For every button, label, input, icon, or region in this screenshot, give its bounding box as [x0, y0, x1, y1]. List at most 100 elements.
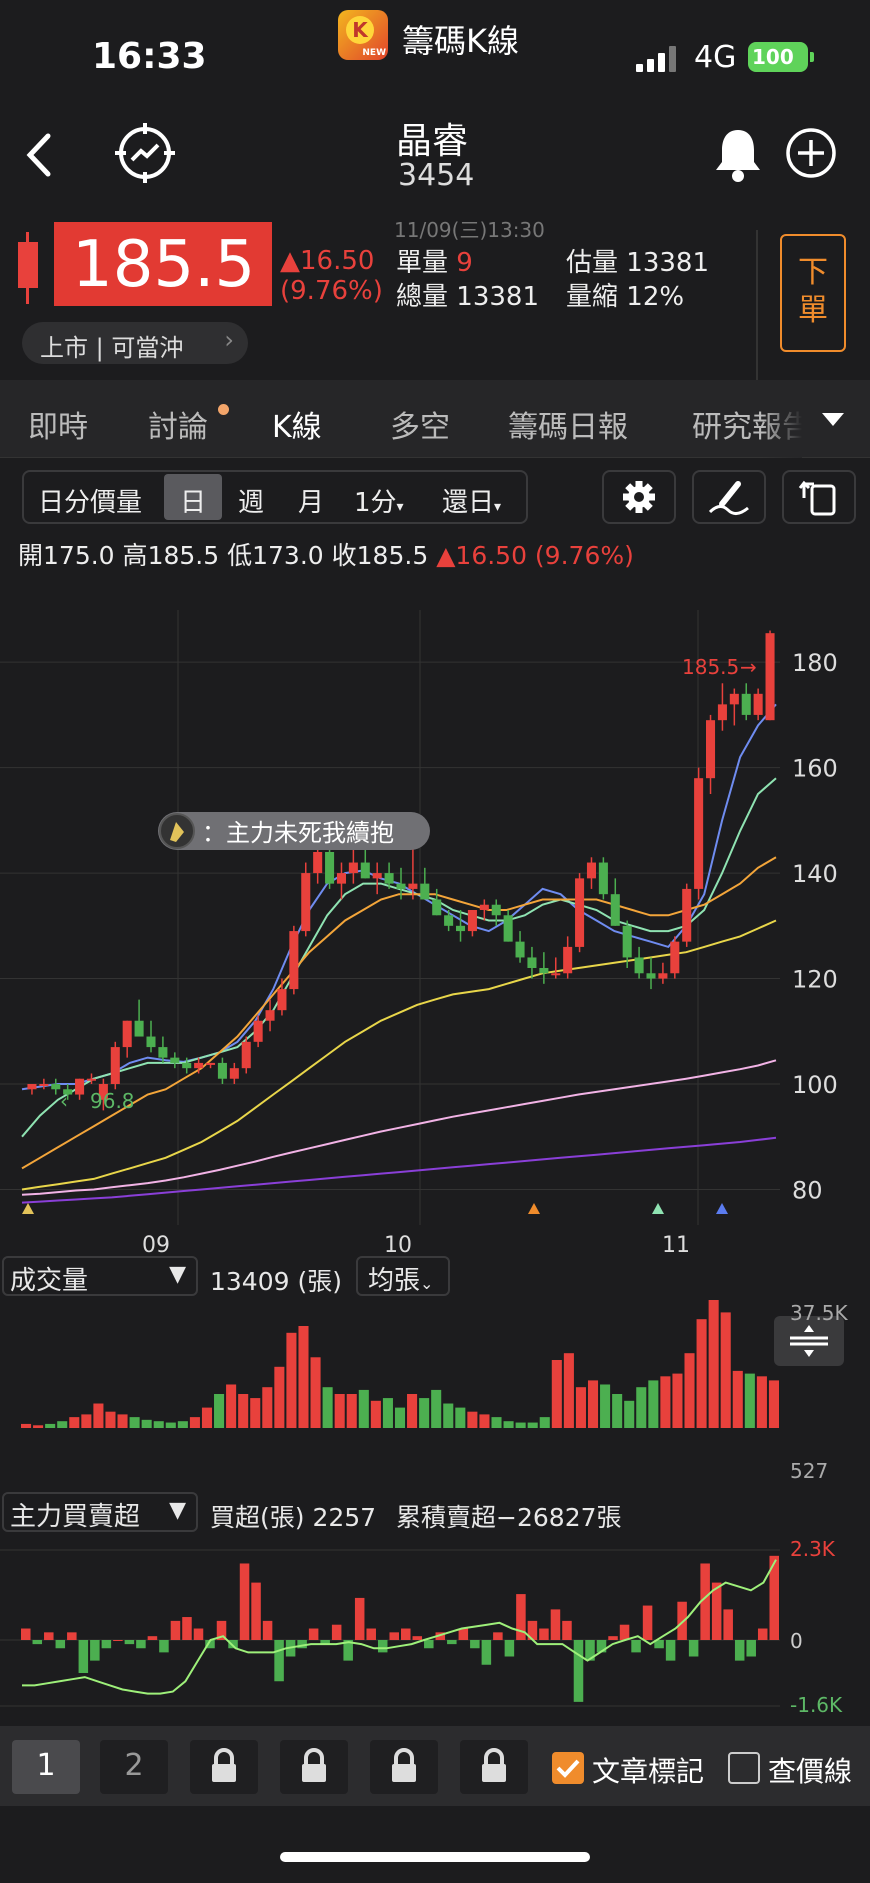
- main-force-bar: [101, 1640, 112, 1649]
- volume-bar: [262, 1387, 273, 1428]
- locked-page[interactable]: [190, 1740, 258, 1794]
- high-value: 185.5: [147, 541, 220, 570]
- arrow-right-icon: →: [740, 655, 757, 679]
- candlestick: [289, 925, 299, 995]
- main-force-bar: [366, 1628, 376, 1640]
- checkmark-icon: [556, 1759, 580, 1778]
- main-force-bar: [734, 1640, 745, 1661]
- volume-bar: [419, 1398, 430, 1428]
- volume-indicator-select[interactable]: 成交量 ▼: [2, 1256, 198, 1296]
- locked-page[interactable]: [460, 1740, 528, 1794]
- ohlc-summary: 開175.0 高185.5 低173.0 收185.5 ▲16.50 (9.76…: [18, 536, 634, 572]
- main-force-min-label: -1.6K: [790, 1693, 843, 1717]
- low-label: 低: [227, 541, 253, 570]
- main-force-bar: [90, 1640, 100, 1661]
- period-day[interactable]: 日: [180, 482, 206, 519]
- signal-marker: [22, 1203, 34, 1214]
- volume-bar: [105, 1411, 116, 1428]
- tab-discussion[interactable]: 討論: [148, 402, 208, 446]
- tab-chip-daily[interactable]: 籌碼日報: [508, 402, 628, 446]
- locked-page[interactable]: [280, 1740, 348, 1794]
- kline-chart[interactable]: 80100120140160180 09 10 11 185.5 → ‹ 96.8 …: [0, 600, 870, 1260]
- y-tick-label: 100: [792, 1071, 838, 1099]
- volume-bar: [407, 1394, 418, 1428]
- period-week[interactable]: 週: [238, 482, 264, 519]
- volume-bar: [165, 1422, 176, 1428]
- battery-level: 100: [752, 45, 794, 69]
- main-force-bar: [67, 1632, 77, 1640]
- main-force-bar: [677, 1601, 687, 1640]
- tab-realtime[interactable]: 即時: [28, 402, 88, 446]
- period-minute[interactable]: 1分: [354, 488, 397, 518]
- triangle-down-icon: ▼: [169, 1262, 186, 1287]
- main-force-bar: [377, 1640, 388, 1653]
- volume-min-label: 527: [790, 1459, 828, 1480]
- moving-average-line: [21, 1059, 777, 1196]
- volume-bar: [93, 1403, 104, 1428]
- low-value: 173.0: [252, 541, 324, 570]
- back-icon[interactable]: [20, 130, 60, 180]
- candlestick: [491, 899, 501, 926]
- article-mark-checkbox[interactable]: [552, 1752, 584, 1784]
- period-month[interactable]: 月: [298, 482, 324, 519]
- volume-bar: [551, 1360, 562, 1428]
- price-line-checkbox[interactable]: [728, 1752, 760, 1784]
- volume-bar: [612, 1394, 623, 1428]
- volume-bar: [226, 1384, 237, 1428]
- tab-kline[interactable]: K線: [272, 402, 322, 446]
- volume-bar: [636, 1387, 647, 1428]
- more-tabs-icon[interactable]: [818, 410, 848, 430]
- candlestick: [575, 873, 585, 953]
- candlestick: [765, 630, 775, 721]
- last-price: 185.5: [72, 228, 256, 302]
- trend-target-icon[interactable]: [112, 120, 178, 186]
- adjust-mode[interactable]: 還日: [442, 488, 494, 518]
- candlestick: [503, 910, 513, 942]
- main-force-label: 主力買賣超: [10, 1502, 141, 1532]
- layout-page-2[interactable]: 2: [100, 1740, 168, 1794]
- bell-icon[interactable]: [710, 124, 766, 184]
- main-force-bar: [424, 1640, 434, 1649]
- volume-chart: 37.5K 527: [21, 1300, 849, 1480]
- main-force-bar: [470, 1640, 480, 1649]
- volume-bar: [479, 1414, 490, 1428]
- volume-bar: [624, 1400, 635, 1428]
- comment-text: ：主力未死我續抱: [202, 819, 394, 847]
- candlestick: [122, 1020, 132, 1058]
- tab-bull-bear[interactable]: 多空: [390, 402, 450, 446]
- locked-page[interactable]: [370, 1740, 438, 1794]
- volume-bar: [21, 1423, 32, 1428]
- volume-bar: [563, 1353, 574, 1428]
- main-force-bar: [539, 1628, 549, 1640]
- candlestick: [753, 688, 763, 721]
- draw-button[interactable]: [692, 470, 766, 524]
- volume-bar: [238, 1394, 249, 1428]
- period-intraday[interactable]: 日分價量: [38, 482, 142, 519]
- volume-bar: [768, 1380, 779, 1428]
- settings-button[interactable]: [602, 470, 676, 524]
- comment-bubble[interactable]: ：主力未死我續抱: [158, 812, 430, 850]
- add-watchlist-icon[interactable]: [784, 126, 838, 180]
- price-change-pct: (9.76%): [280, 276, 383, 306]
- main-force-bar: [147, 1636, 158, 1640]
- volume-bar: [334, 1394, 345, 1428]
- candlestick: [527, 946, 537, 979]
- order-button[interactable]: 下單: [780, 234, 846, 352]
- candlestick: [670, 936, 680, 979]
- candlestick: [277, 978, 287, 1016]
- volume-bar: [696, 1319, 707, 1428]
- main-force-bar: [331, 1624, 342, 1640]
- volume-bar: [539, 1417, 550, 1428]
- candlestick: [598, 857, 608, 900]
- main-force-select[interactable]: 主力買賣超 ▼: [2, 1492, 198, 1532]
- volume-bar: [310, 1357, 321, 1428]
- candlestick: [75, 1078, 85, 1100]
- layout-page-1[interactable]: 1: [12, 1740, 80, 1794]
- x-tick-label: 10: [384, 1233, 412, 1258]
- main-force-bar: [193, 1628, 204, 1640]
- quote-datetime: 11/09(三)13:30: [394, 218, 545, 242]
- market-tag[interactable]: 上市 | 可當沖 ›: [22, 322, 248, 364]
- rotate-button[interactable]: [782, 470, 856, 524]
- volume-bar: [575, 1387, 586, 1428]
- volume-mode-select[interactable]: 均張⌄: [356, 1256, 450, 1296]
